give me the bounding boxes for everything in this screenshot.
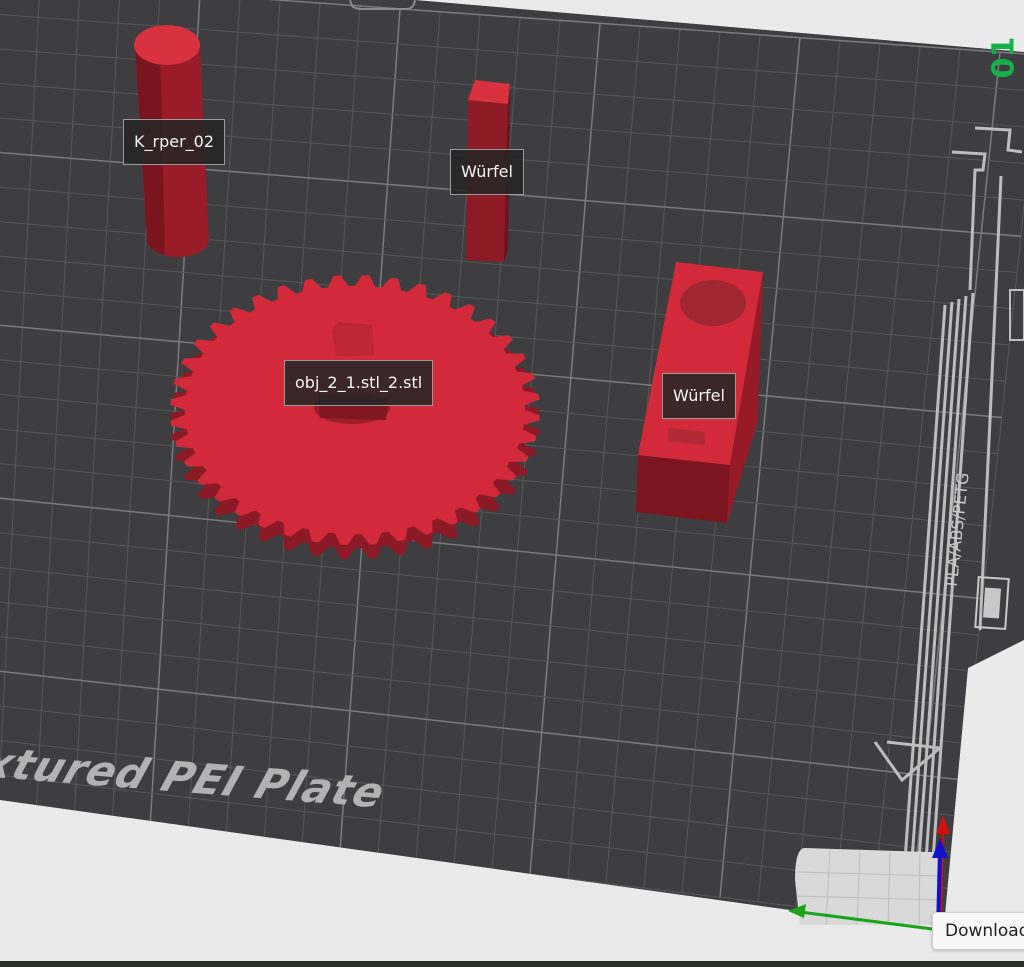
object-label-box[interactable]: Würfel: [662, 373, 736, 419]
object-label-gear[interactable]: obj_2_1.stl_2.stl: [284, 360, 434, 406]
object-label-cylinder[interactable]: K_rper_02: [123, 119, 226, 165]
plate-number[interactable]: 01: [986, 37, 1021, 79]
object-label-tall-box[interactable]: Würfel: [450, 149, 524, 195]
download-tooltip: Download: [932, 912, 1024, 950]
bottom-strip: [0, 961, 1024, 967]
